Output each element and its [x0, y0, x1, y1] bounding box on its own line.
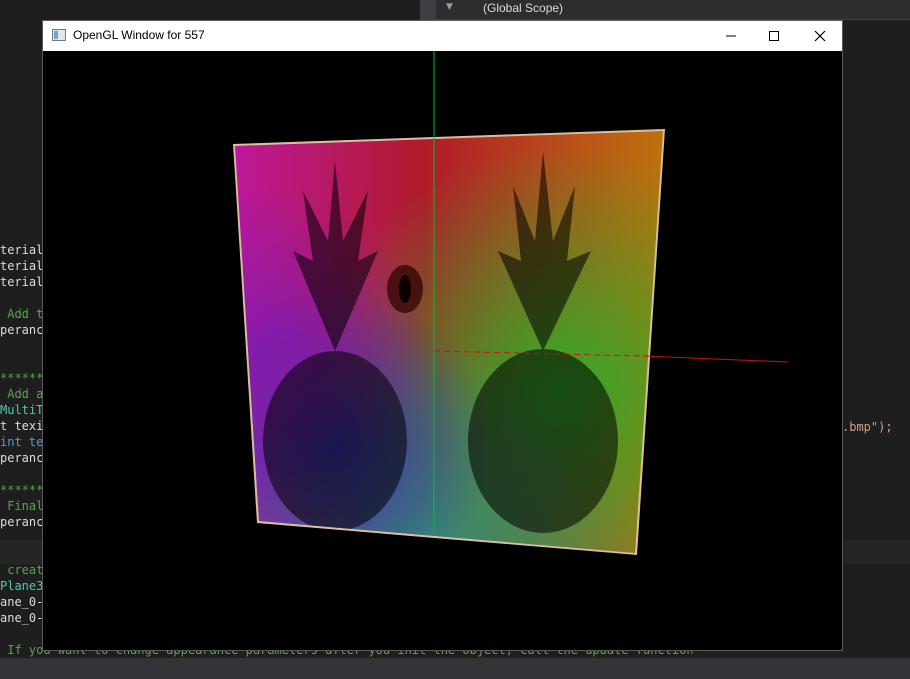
ide-navbar-separator	[420, 0, 436, 19]
code-line: peranc	[0, 323, 44, 337]
textured-plane	[233, 129, 665, 555]
code-line: ******	[0, 371, 44, 385]
code-line: terial	[0, 243, 44, 257]
window-title: OpenGL Window for 557	[73, 28, 205, 42]
minimize-button[interactable]	[708, 21, 754, 51]
minimize-icon	[726, 35, 736, 37]
code-line: Final	[0, 499, 44, 513]
maximize-button[interactable]	[751, 21, 797, 51]
maximize-icon	[769, 31, 779, 41]
x-axis	[642, 355, 789, 363]
code-line: Add a	[0, 387, 44, 401]
gl-scene	[233, 51, 789, 555]
code-editor-lower-fragment: creat Plane3 ane_0- ane_0-	[0, 562, 43, 626]
gl-viewport[interactable]	[43, 51, 842, 650]
code-line: Add t	[0, 307, 44, 321]
ide-navigation-bar: ▼ (Global Scope)	[420, 0, 910, 20]
code-line: creat	[0, 563, 44, 577]
code-line: int te	[0, 435, 44, 449]
code-line: peranc	[0, 451, 44, 465]
code-line: peranc	[0, 515, 44, 529]
dropdown-arrow-icon[interactable]: ▼	[446, 2, 456, 16]
close-button[interactable]	[797, 21, 843, 51]
window-titlebar[interactable]: OpenGL Window for 557	[43, 21, 842, 51]
code-right-fragment: .bmp");	[842, 420, 893, 434]
code-line: Plane3	[0, 579, 44, 593]
code-line: t texi	[0, 419, 44, 433]
code-line: ane_0-	[0, 611, 44, 625]
code-line: ane_0-	[0, 595, 44, 609]
ide-status-bar	[0, 658, 910, 679]
app-window-icon	[52, 29, 66, 41]
code-line: ******	[0, 483, 44, 497]
opengl-window: OpenGL Window for 557	[42, 20, 843, 651]
code-line: terial	[0, 259, 44, 273]
close-icon	[814, 30, 826, 42]
scope-dropdown[interactable]: (Global Scope)	[483, 1, 563, 15]
code-line: MultiT	[0, 403, 44, 417]
code-line: terial	[0, 275, 44, 289]
code-editor-left-fragment: terial terial terial Add t peranc ****** Ad…	[0, 242, 43, 530]
